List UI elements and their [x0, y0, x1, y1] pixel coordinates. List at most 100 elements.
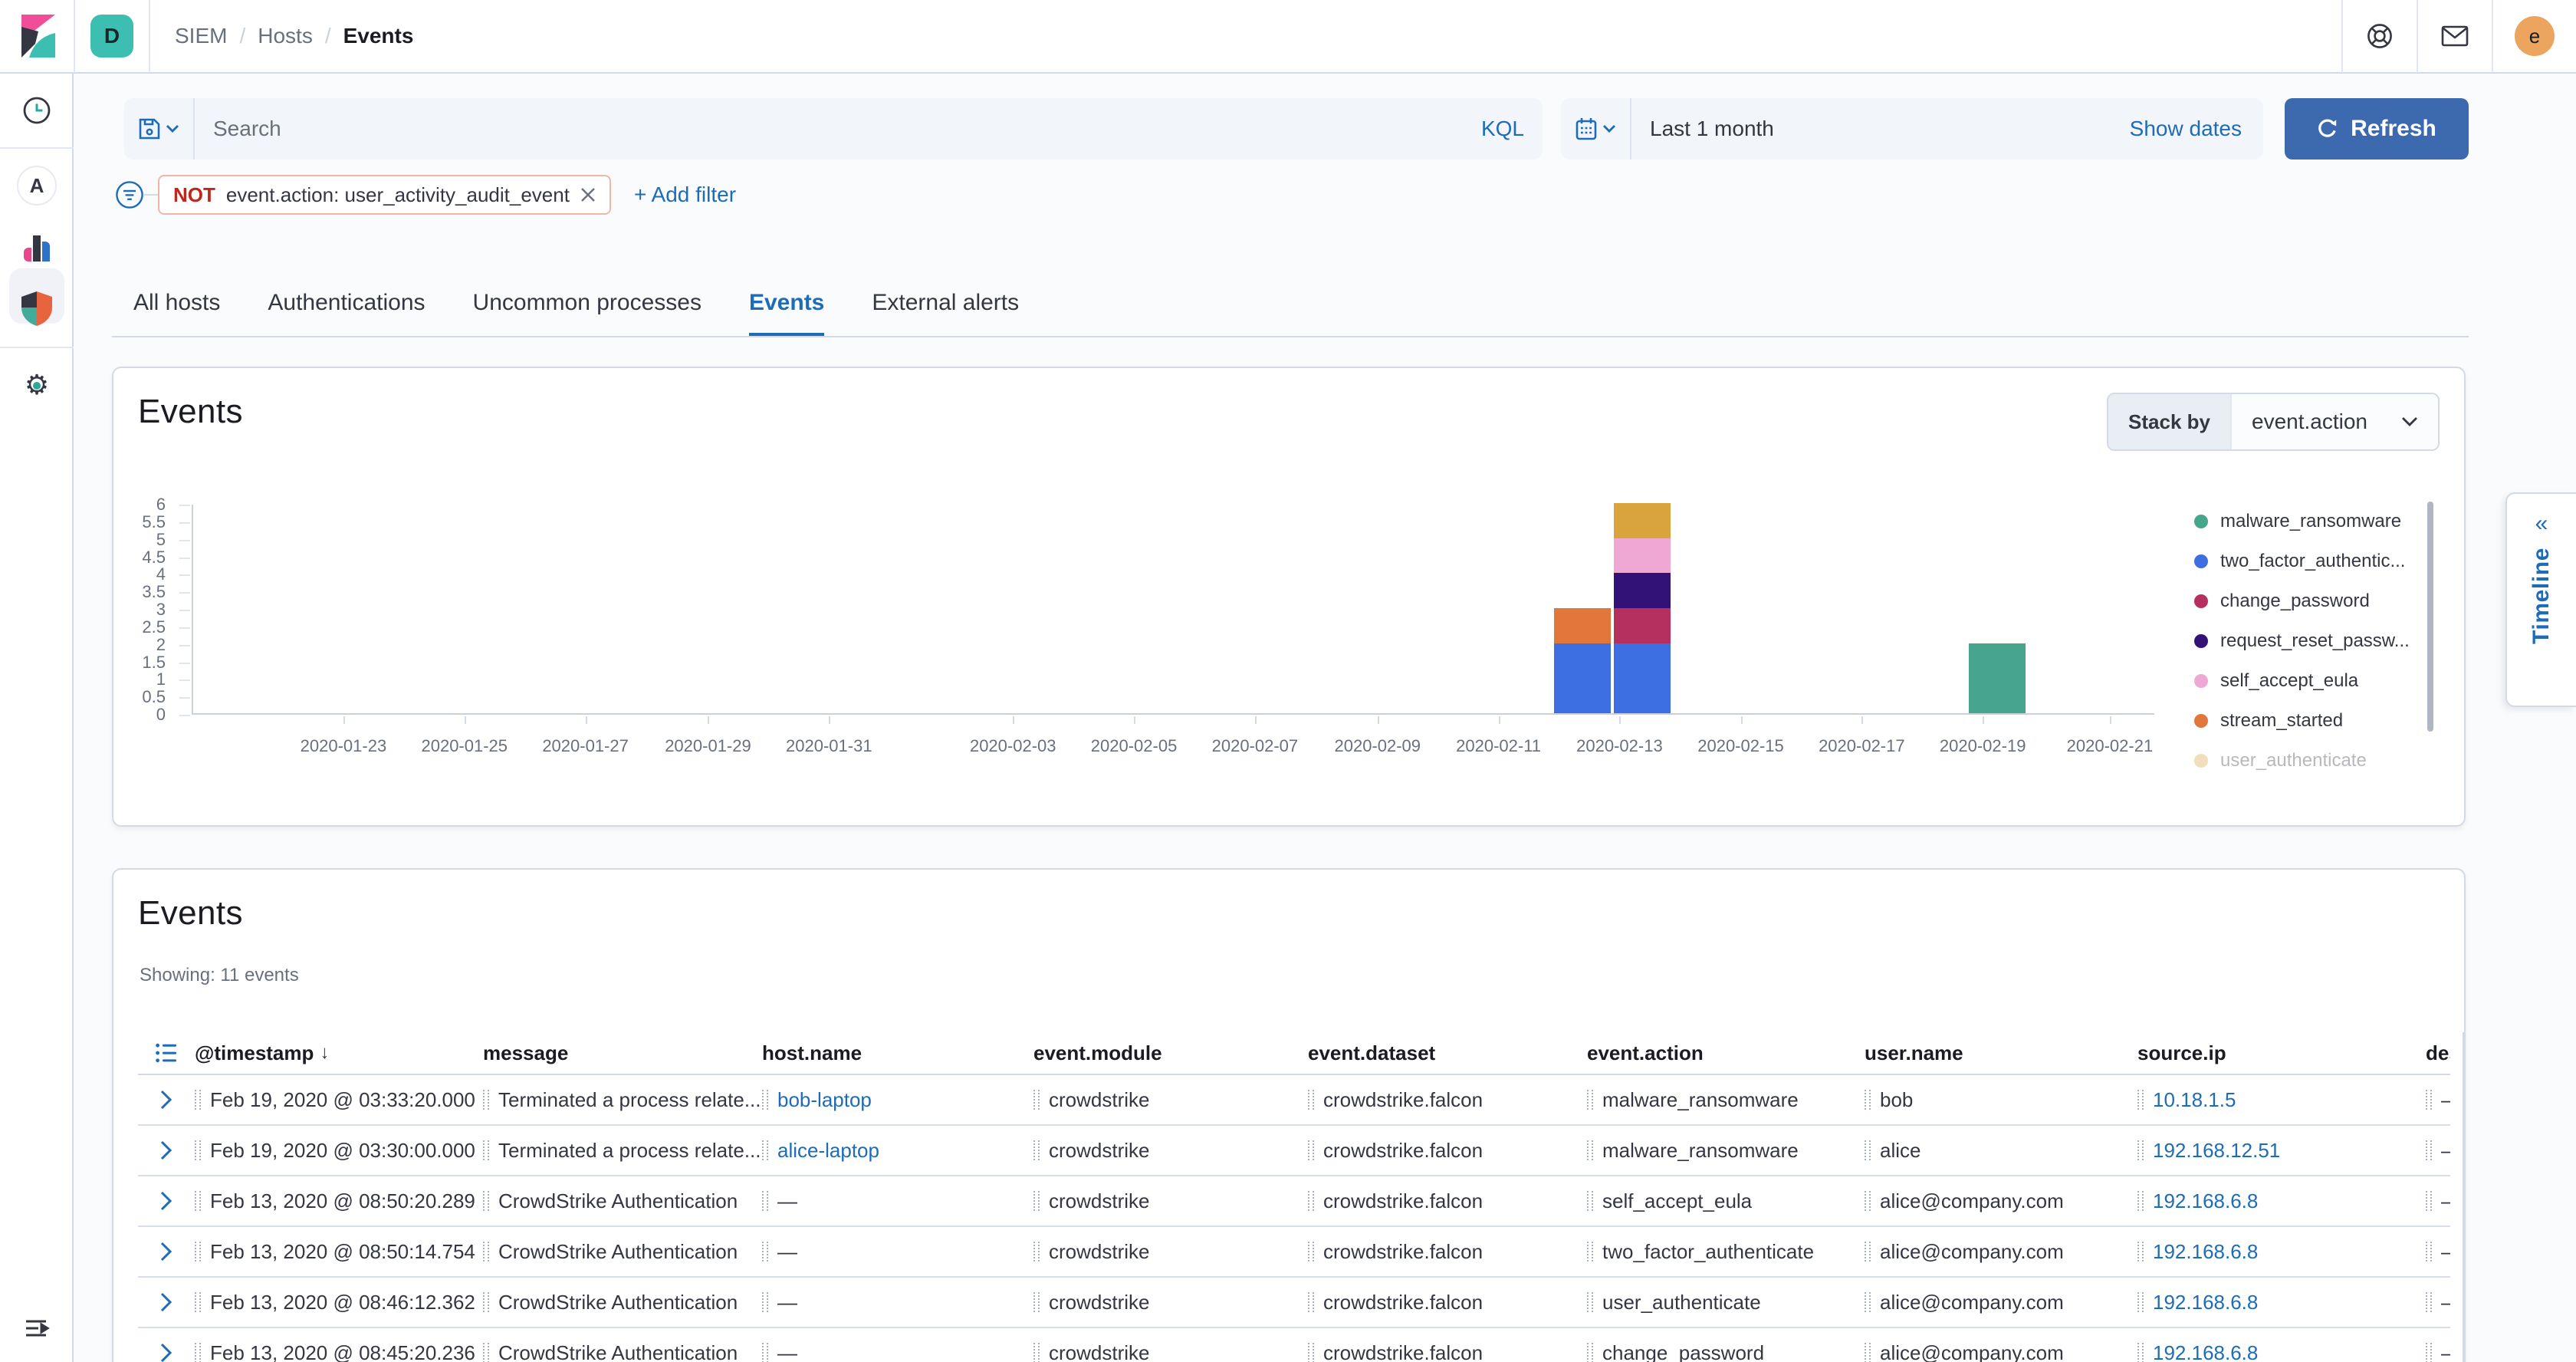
source-ip-link[interactable]: 192.168.12.51 — [2153, 1139, 2280, 1163]
tab-events[interactable]: Events — [749, 271, 824, 336]
legend-item[interactable]: request_reset_passw... — [2194, 621, 2424, 661]
table-scrollbar[interactable] — [2463, 1032, 2464, 1362]
source-ip-link[interactable]: 192.168.6.8 — [2153, 1240, 2258, 1264]
drag-handle-icon[interactable] — [195, 1140, 201, 1160]
bar-segment-request_reset_passw...[interactable] — [1614, 573, 1671, 608]
source-ip-link[interactable]: 10.18.1.5 — [2153, 1088, 2236, 1112]
drag-handle-icon[interactable] — [1033, 1343, 1040, 1362]
drag-handle-icon[interactable] — [1587, 1140, 1593, 1160]
drag-handle-icon[interactable] — [1033, 1292, 1040, 1312]
kibana-logo[interactable] — [0, 0, 74, 73]
column-header-hostname[interactable]: host.name — [762, 1041, 1033, 1065]
column-header-eventaction[interactable]: event.action — [1587, 1041, 1865, 1065]
column-header-eventdataset[interactable]: event.dataset — [1308, 1041, 1587, 1065]
timeline-flyout-toggle[interactable]: « Timeline — [2505, 492, 2576, 707]
column-header-eventmodule[interactable]: event.module — [1033, 1041, 1308, 1065]
bar-segment-self_accept_eula[interactable] — [1614, 538, 1671, 574]
legend-item[interactable]: user_authenticate — [2194, 741, 2424, 781]
drag-handle-icon[interactable] — [195, 1242, 201, 1262]
date-quick-menu-button[interactable] — [1561, 98, 1631, 160]
sidebar-item-app-a[interactable]: A — [0, 155, 74, 216]
column-header-des[interactable]: des — [2426, 1041, 2450, 1065]
drag-handle-icon[interactable] — [762, 1140, 768, 1160]
drag-handle-icon[interactable] — [762, 1292, 768, 1312]
kql-syntax-button[interactable]: KQL — [1463, 98, 1543, 160]
drag-handle-icon[interactable] — [483, 1343, 489, 1362]
close-icon[interactable] — [580, 187, 596, 202]
newsfeed-button[interactable] — [2418, 0, 2492, 73]
legend-scrollbar[interactable] — [2427, 502, 2433, 732]
add-filter-button[interactable]: + Add filter — [634, 183, 736, 207]
drag-handle-icon[interactable] — [483, 1191, 489, 1211]
help-button[interactable] — [2343, 0, 2417, 73]
drag-handle-icon[interactable] — [1308, 1242, 1314, 1262]
time-range-value[interactable]: Last 1 month — [1631, 117, 1774, 141]
drag-handle-icon[interactable] — [195, 1292, 201, 1312]
stacked-bar-2020-02-12[interactable] — [1554, 608, 1611, 713]
drag-handle-icon[interactable] — [2426, 1292, 2432, 1312]
drag-handle-icon[interactable] — [1308, 1191, 1314, 1211]
host-name-link[interactable]: bob-laptop — [777, 1088, 872, 1112]
saved-query-menu-button[interactable] — [124, 98, 195, 160]
source-ip-link[interactable]: 192.168.6.8 — [2153, 1291, 2258, 1314]
drag-handle-icon[interactable] — [1587, 1191, 1593, 1211]
bar-segment-change_password[interactable] — [1614, 608, 1671, 643]
drag-handle-icon[interactable] — [2426, 1242, 2432, 1262]
drag-handle-icon[interactable] — [1865, 1343, 1871, 1362]
column-header-message[interactable]: message — [483, 1041, 762, 1065]
stacked-bar-2020-02-19[interactable] — [1969, 643, 2026, 713]
drag-handle-icon[interactable] — [1308, 1140, 1314, 1160]
tab-uncommon-processes[interactable]: Uncommon processes — [473, 271, 702, 336]
legend-item[interactable]: two_factor_authentic... — [2194, 541, 2424, 581]
expand-row-button[interactable] — [138, 1089, 195, 1110]
drag-handle-icon[interactable] — [195, 1090, 201, 1110]
drag-handle-icon[interactable] — [1308, 1292, 1314, 1312]
drag-handle-icon[interactable] — [1865, 1090, 1871, 1110]
drag-handle-icon[interactable] — [195, 1343, 201, 1362]
bar-segment-two_factor_authentic...[interactable] — [1614, 643, 1671, 713]
sidebar-item-management[interactable]: ⚙ — [0, 354, 74, 416]
sidebar-item-siem[interactable] — [0, 278, 74, 339]
tab-all-hosts[interactable]: All hosts — [133, 271, 220, 336]
bar-segment-user_authenticate[interactable] — [1614, 503, 1671, 538]
drag-handle-icon[interactable] — [483, 1090, 489, 1110]
source-ip-link[interactable]: 192.168.6.8 — [2153, 1189, 2258, 1213]
drag-handle-icon[interactable] — [483, 1242, 489, 1262]
legend-item[interactable]: malware_ransomware — [2194, 502, 2424, 541]
expand-row-button[interactable] — [138, 1342, 195, 1362]
drag-handle-icon[interactable] — [1587, 1292, 1593, 1312]
drag-handle-icon[interactable] — [1865, 1191, 1871, 1211]
expand-row-button[interactable] — [138, 1241, 195, 1262]
bar-segment-stream_started[interactable] — [1554, 608, 1611, 643]
drag-handle-icon[interactable] — [1308, 1090, 1314, 1110]
drag-handle-icon[interactable] — [1587, 1242, 1593, 1262]
show-dates-button[interactable]: Show dates — [2130, 117, 2242, 141]
column-header-username[interactable]: user.name — [1865, 1041, 2137, 1065]
drag-handle-icon[interactable] — [2137, 1191, 2144, 1211]
events-viewer-settings-button[interactable] — [138, 1041, 195, 1064]
expand-row-button[interactable] — [138, 1140, 195, 1161]
bar-segment-malware_ransomware[interactable] — [1969, 643, 2026, 713]
drag-handle-icon[interactable] — [1033, 1090, 1040, 1110]
search-input[interactable] — [195, 98, 1463, 160]
bar-segment-two_factor_authentic...[interactable] — [1554, 643, 1611, 713]
drag-handle-icon[interactable] — [1587, 1343, 1593, 1362]
legend-item[interactable]: change_password — [2194, 581, 2424, 621]
column-header-sourceip[interactable]: source.ip — [2137, 1041, 2426, 1065]
drag-handle-icon[interactable] — [1033, 1242, 1040, 1262]
legend-item[interactable]: stream_started — [2194, 701, 2424, 741]
column-header-timestamp[interactable]: @timestamp↓ — [195, 1041, 483, 1065]
drag-handle-icon[interactable] — [483, 1292, 489, 1312]
drag-handle-icon[interactable] — [483, 1140, 489, 1160]
drag-handle-icon[interactable] — [2137, 1292, 2144, 1312]
drag-handle-icon[interactable] — [1033, 1140, 1040, 1160]
drag-handle-icon[interactable] — [2426, 1343, 2432, 1362]
drag-handle-icon[interactable] — [762, 1343, 768, 1362]
drag-handle-icon[interactable] — [762, 1242, 768, 1262]
drag-handle-icon[interactable] — [2137, 1242, 2144, 1262]
host-name-link[interactable]: alice-laptop — [777, 1139, 879, 1163]
drag-handle-icon[interactable] — [1865, 1140, 1871, 1160]
sidebar-item-recently-viewed[interactable] — [0, 80, 74, 141]
space-badge[interactable]: D — [90, 15, 133, 58]
filter-pill[interactable]: NOT event.action: user_activity_audit_ev… — [158, 175, 611, 215]
